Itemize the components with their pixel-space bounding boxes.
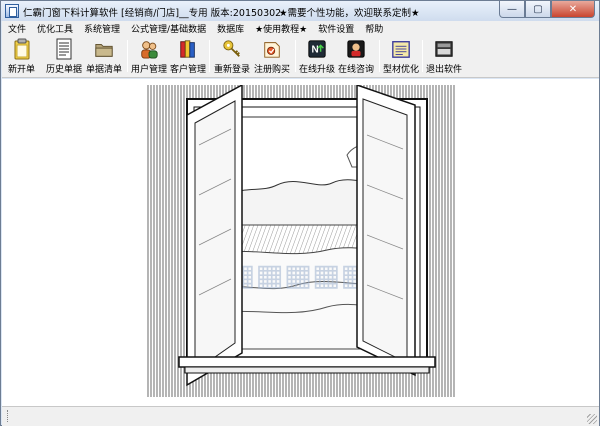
- toolbar-separator: [422, 40, 423, 72]
- window-controls: — ▢ ✕: [499, 1, 595, 18]
- user-management-button[interactable]: 用户管理: [131, 38, 167, 76]
- history-orders-button[interactable]: 历史单据: [46, 38, 82, 76]
- window-illustration: ▦▦▦▦▦: [147, 85, 455, 397]
- menu-system[interactable]: 系统管理: [84, 22, 120, 35]
- online-upgrade-button[interactable]: N 在线升级: [299, 38, 335, 76]
- user-management-label: 用户管理: [131, 65, 168, 75]
- menu-database[interactable]: 数据库: [217, 22, 244, 35]
- title-bar[interactable]: 仁霸门窗下料计算软件 [经销商/门店]__专用 版本:20150302 ★需要个…: [1, 1, 599, 21]
- window-slogan: ★需要个性功能，欢迎联系定制★: [279, 8, 420, 19]
- toolbar-separator: [209, 40, 210, 72]
- new-order-label: 新开单: [8, 65, 36, 75]
- menu-settings[interactable]: 软件设置: [318, 22, 354, 35]
- optimize-icon: [391, 38, 411, 60]
- main-workspace: ▦▦▦▦▦: [2, 79, 599, 406]
- document-list-icon: [54, 38, 74, 60]
- exit-icon: [434, 38, 454, 60]
- register-purchase-label: 注册购买: [254, 65, 291, 75]
- menu-tutorial[interactable]: ★使用教程★: [255, 22, 307, 35]
- menu-formula[interactable]: 公式管理/基础数据: [131, 22, 206, 35]
- relogin-button[interactable]: 重新登录: [214, 38, 250, 76]
- toolbar-separator: [295, 40, 296, 72]
- new-order-button[interactable]: 新开单: [8, 38, 35, 76]
- customer-management-label: 客户管理: [170, 65, 207, 75]
- order-list-label: 单据清单: [86, 65, 123, 75]
- clipboard-icon: [12, 38, 32, 60]
- folder-icon: [94, 38, 114, 60]
- menu-file[interactable]: 文件: [8, 22, 26, 35]
- online-consult-label: 在线咨询: [338, 65, 375, 75]
- close-button[interactable]: ✕: [551, 1, 595, 18]
- users-icon: [139, 38, 159, 60]
- history-orders-label: 历史单据: [46, 65, 83, 75]
- maximize-icon: ▢: [533, 3, 543, 15]
- exit-software-label: 退出软件: [426, 65, 463, 75]
- profile-optimize-label: 型材优化: [383, 65, 420, 75]
- register-icon: [262, 38, 282, 60]
- svg-text:N: N: [312, 45, 319, 56]
- resize-grip[interactable]: [587, 414, 597, 424]
- consult-icon: [346, 38, 366, 60]
- online-upgrade-label: 在线升级: [299, 65, 336, 75]
- toolbar-separator: [127, 40, 128, 72]
- window-title: 仁霸门窗下料计算软件 [经销商/门店]__专用 版本:20150302: [23, 8, 282, 19]
- online-consult-button[interactable]: 在线咨询: [338, 38, 374, 76]
- profile-optimize-button[interactable]: 型材优化: [383, 38, 419, 76]
- menu-optimize-tools[interactable]: 优化工具: [37, 22, 73, 35]
- app-window: 仁霸门窗下料计算软件 [经销商/门店]__专用 版本:20150302 ★需要个…: [0, 0, 600, 426]
- app-icon: [5, 4, 19, 18]
- customer-management-button[interactable]: 客户管理: [170, 38, 206, 76]
- key-icon: [222, 38, 242, 60]
- order-list-button[interactable]: 单据清单: [86, 38, 122, 76]
- relogin-label: 重新登录: [214, 65, 251, 75]
- toolbar-separator: [379, 40, 380, 72]
- menu-bar: 文件 优化工具 系统管理 公式管理/基础数据 数据库 ★使用教程★ 软件设置 帮…: [2, 21, 599, 36]
- status-separator: [7, 410, 9, 422]
- maximize-button[interactable]: ▢: [525, 1, 551, 18]
- toolbar: 新开单 历史单据 单据清单 用户管理 客户管理 重新登录 注册购买 N 在线升级…: [2, 36, 599, 78]
- menu-help[interactable]: 帮助: [365, 22, 383, 35]
- exit-software-button[interactable]: 退出软件: [426, 38, 462, 76]
- svg-text:▦▦▦▦▦: ▦▦▦▦▦: [227, 258, 369, 293]
- status-bar: [2, 406, 599, 426]
- minimize-button[interactable]: —: [499, 1, 525, 18]
- minimize-icon: —: [507, 3, 517, 15]
- books-icon: [178, 38, 198, 60]
- close-icon: ✕: [568, 3, 578, 15]
- upgrade-icon: N: [307, 38, 327, 60]
- register-purchase-button[interactable]: 注册购买: [254, 38, 290, 76]
